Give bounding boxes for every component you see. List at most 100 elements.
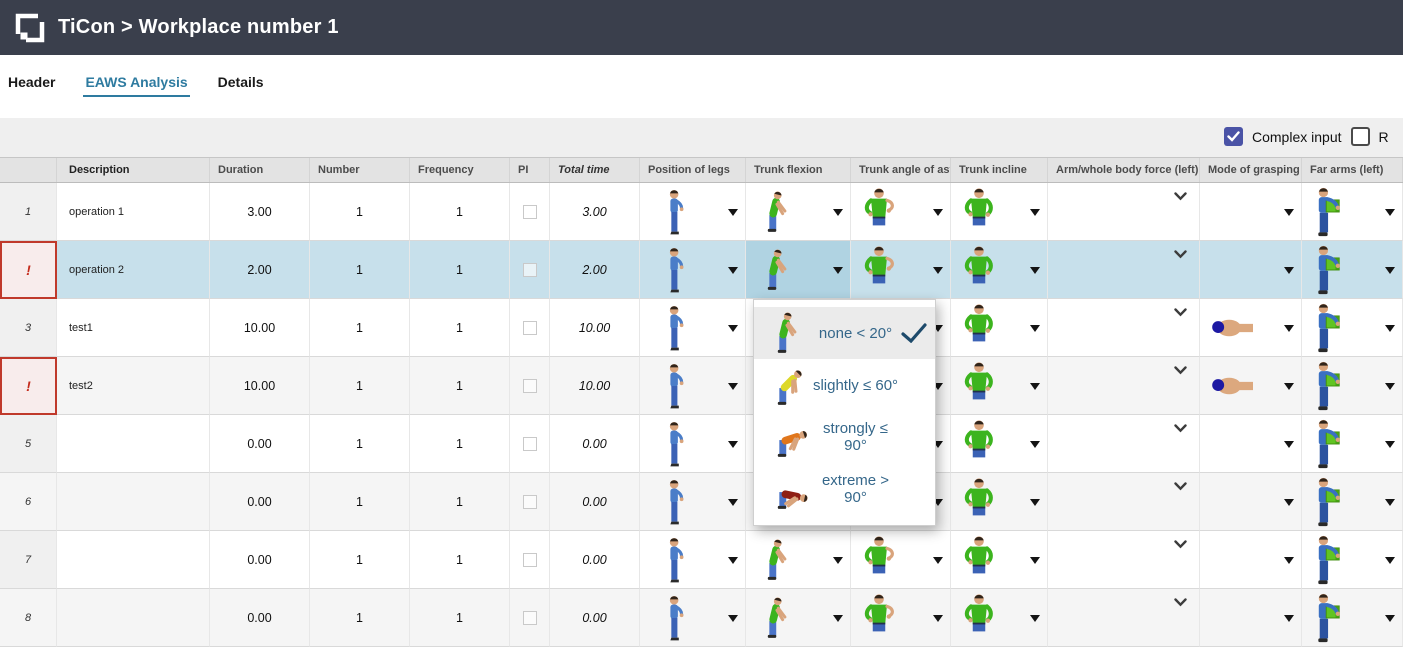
description-cell[interactable] [57,415,210,473]
duration-cell[interactable]: 0.00 [210,589,310,647]
description-cell[interactable]: operation 2 [57,241,210,299]
mode-of-grasping-cell[interactable] [1200,241,1302,299]
duration-cell[interactable]: 10.00 [210,357,310,415]
trunk-incline-cell[interactable] [951,183,1048,241]
arm-force-cell[interactable] [1048,415,1200,473]
position-of-legs-cell[interactable] [640,183,746,241]
row-number-cell[interactable]: 1 [0,183,57,241]
error-marker-cell[interactable]: ! [0,241,57,299]
pi-checkbox[interactable] [523,263,537,277]
trunk-angle-cell[interactable] [851,183,951,241]
row-number-cell[interactable]: 5 [0,415,57,473]
number-cell[interactable]: 1 [310,589,410,647]
frequency-cell[interactable]: 1 [410,241,510,299]
trunk-angle-cell[interactable] [851,589,951,647]
error-marker-cell[interactable]: ! [0,357,57,415]
mode-of-grasping-cell[interactable] [1200,415,1302,473]
row-number-cell[interactable]: 7 [0,531,57,589]
mode-of-grasping-cell[interactable] [1200,183,1302,241]
description-cell[interactable]: operation 1 [57,183,210,241]
frequency-cell[interactable]: 1 [410,415,510,473]
duration-cell[interactable]: 10.00 [210,299,310,357]
row-number-cell[interactable]: 6 [0,473,57,531]
arm-force-cell[interactable] [1048,183,1200,241]
frequency-cell[interactable]: 1 [410,531,510,589]
trunk-incline-cell[interactable] [951,357,1048,415]
description-cell[interactable]: test2 [57,357,210,415]
pi-checkbox[interactable] [523,611,537,625]
duration-cell[interactable]: 2.00 [210,241,310,299]
position-of-legs-cell[interactable] [640,415,746,473]
trunk-incline-cell[interactable] [951,415,1048,473]
frequency-cell[interactable]: 1 [410,357,510,415]
number-cell[interactable]: 1 [310,357,410,415]
number-cell[interactable]: 1 [310,473,410,531]
position-of-legs-cell[interactable] [640,241,746,299]
r-checkbox[interactable] [1351,127,1370,146]
far-arms-cell[interactable] [1302,589,1403,647]
row-number-cell[interactable]: 3 [0,299,57,357]
far-arms-cell[interactable] [1302,241,1403,299]
trunk-angle-cell[interactable] [851,531,951,589]
tab-eaws-analysis[interactable]: EAWS Analysis [83,69,189,97]
dropdown-option-bend-extreme[interactable]: extreme > 90° [754,463,935,515]
tab-header[interactable]: Header [6,69,57,97]
arm-force-cell[interactable] [1048,473,1200,531]
duration-cell[interactable]: 0.00 [210,531,310,589]
arm-force-cell[interactable] [1048,531,1200,589]
arm-force-cell[interactable] [1048,589,1200,647]
pi-checkbox[interactable] [523,379,537,393]
duration-cell[interactable]: 0.00 [210,473,310,531]
number-cell[interactable]: 1 [310,299,410,357]
frequency-cell[interactable]: 1 [410,299,510,357]
position-of-legs-cell[interactable] [640,589,746,647]
mode-of-grasping-cell[interactable] [1200,357,1302,415]
number-cell[interactable]: 1 [310,183,410,241]
arm-force-cell[interactable] [1048,299,1200,357]
frequency-cell[interactable]: 1 [410,473,510,531]
position-of-legs-cell[interactable] [640,531,746,589]
dropdown-option-bend-strongly[interactable]: strongly ≤ 90° [754,411,935,463]
description-cell[interactable] [57,589,210,647]
pi-checkbox[interactable] [523,205,537,219]
number-cell[interactable]: 1 [310,531,410,589]
number-cell[interactable]: 1 [310,415,410,473]
description-cell[interactable] [57,473,210,531]
position-of-legs-cell[interactable] [640,357,746,415]
position-of-legs-cell[interactable] [640,473,746,531]
trunk-incline-cell[interactable] [951,473,1048,531]
far-arms-cell[interactable] [1302,357,1403,415]
arm-force-cell[interactable] [1048,241,1200,299]
dropdown-option-bend-none[interactable]: none < 20° [754,307,935,359]
trunk-flexion-cell[interactable] [746,531,851,589]
dropdown-option-bend-slightly[interactable]: slightly ≤ 60° [754,359,935,411]
row-number-cell[interactable]: 8 [0,589,57,647]
far-arms-cell[interactable] [1302,299,1403,357]
trunk-flexion-cell[interactable] [746,589,851,647]
mode-of-grasping-cell[interactable] [1200,299,1302,357]
far-arms-cell[interactable] [1302,531,1403,589]
far-arms-cell[interactable] [1302,415,1403,473]
pi-checkbox[interactable] [523,495,537,509]
frequency-cell[interactable]: 1 [410,183,510,241]
mode-of-grasping-cell[interactable] [1200,531,1302,589]
trunk-incline-cell[interactable] [951,589,1048,647]
mode-of-grasping-cell[interactable] [1200,473,1302,531]
arm-force-cell[interactable] [1048,357,1200,415]
tab-details[interactable]: Details [216,69,266,97]
trunk-incline-cell[interactable] [951,531,1048,589]
trunk-incline-cell[interactable] [951,241,1048,299]
trunk-flexion-cell[interactable] [746,183,851,241]
far-arms-cell[interactable] [1302,183,1403,241]
frequency-cell[interactable]: 1 [410,589,510,647]
mode-of-grasping-cell[interactable] [1200,589,1302,647]
description-cell[interactable]: test1 [57,299,210,357]
trunk-angle-cell[interactable] [851,241,951,299]
position-of-legs-cell[interactable] [640,299,746,357]
pi-checkbox[interactable] [523,553,537,567]
description-cell[interactable] [57,531,210,589]
duration-cell[interactable]: 0.00 [210,415,310,473]
duration-cell[interactable]: 3.00 [210,183,310,241]
trunk-flexion-cell[interactable] [746,241,851,299]
complex-input-checkbox[interactable] [1224,127,1243,146]
